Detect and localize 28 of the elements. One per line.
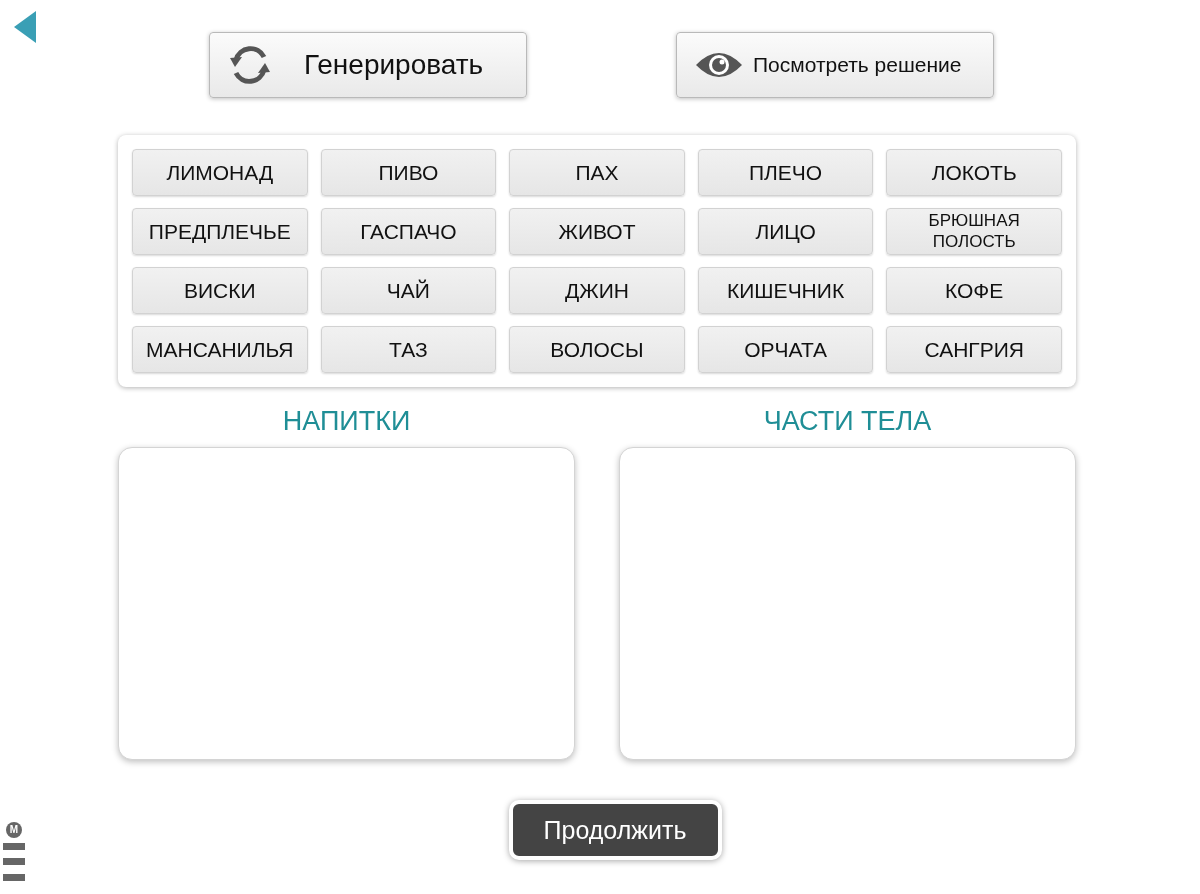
eye-icon — [695, 51, 743, 79]
word-tile[interactable]: ПАХ — [509, 149, 685, 196]
word-tile[interactable]: ЛИМОНАД — [132, 149, 308, 196]
word-tile[interactable]: КОФЕ — [886, 267, 1062, 314]
word-tile[interactable]: ЛОКОТЬ — [886, 149, 1062, 196]
view-solution-button[interactable]: Посмотреть решение — [676, 32, 994, 98]
back-triangle-icon[interactable] — [14, 11, 36, 43]
word-tile[interactable]: ПЛЕЧО — [697, 149, 874, 196]
word-tile[interactable]: ВОЛОСЫ — [509, 326, 685, 373]
word-tile[interactable]: ОРЧАТА — [697, 326, 874, 373]
word-tile[interactable]: САНГРИЯ — [886, 326, 1062, 373]
word-tile[interactable]: ЖИВОТ — [509, 208, 685, 255]
word-tile[interactable]: КИШЕЧНИК — [697, 267, 874, 314]
word-tile[interactable]: ТАЗ — [320, 326, 497, 373]
word-tile[interactable]: БРЮШНАЯ ПОЛОСТЬ — [886, 208, 1062, 255]
word-tile[interactable]: МАНСАНИЛЬЯ — [132, 326, 308, 373]
category-heading: НАПИТКИ — [282, 405, 411, 437]
word-tile[interactable]: ДЖИН — [509, 267, 685, 314]
generate-button[interactable]: Генерировать — [209, 32, 527, 98]
category-heading: ЧАСТИ ТЕЛА — [763, 405, 932, 437]
menu-icon[interactable] — [3, 843, 25, 881]
word-tile[interactable]: ВИСКИ — [132, 267, 308, 314]
letter-badge[interactable]: M — [6, 822, 22, 838]
word-tile[interactable]: ЧАЙ — [320, 267, 497, 314]
word-tile[interactable]: ПИВО — [320, 149, 497, 196]
word-tile[interactable]: ЛИЦО — [697, 208, 874, 255]
word-tile[interactable]: ГАСПАЧО — [320, 208, 497, 255]
word-tile[interactable]: ПРЕДПЛЕЧЬЕ — [132, 208, 308, 255]
